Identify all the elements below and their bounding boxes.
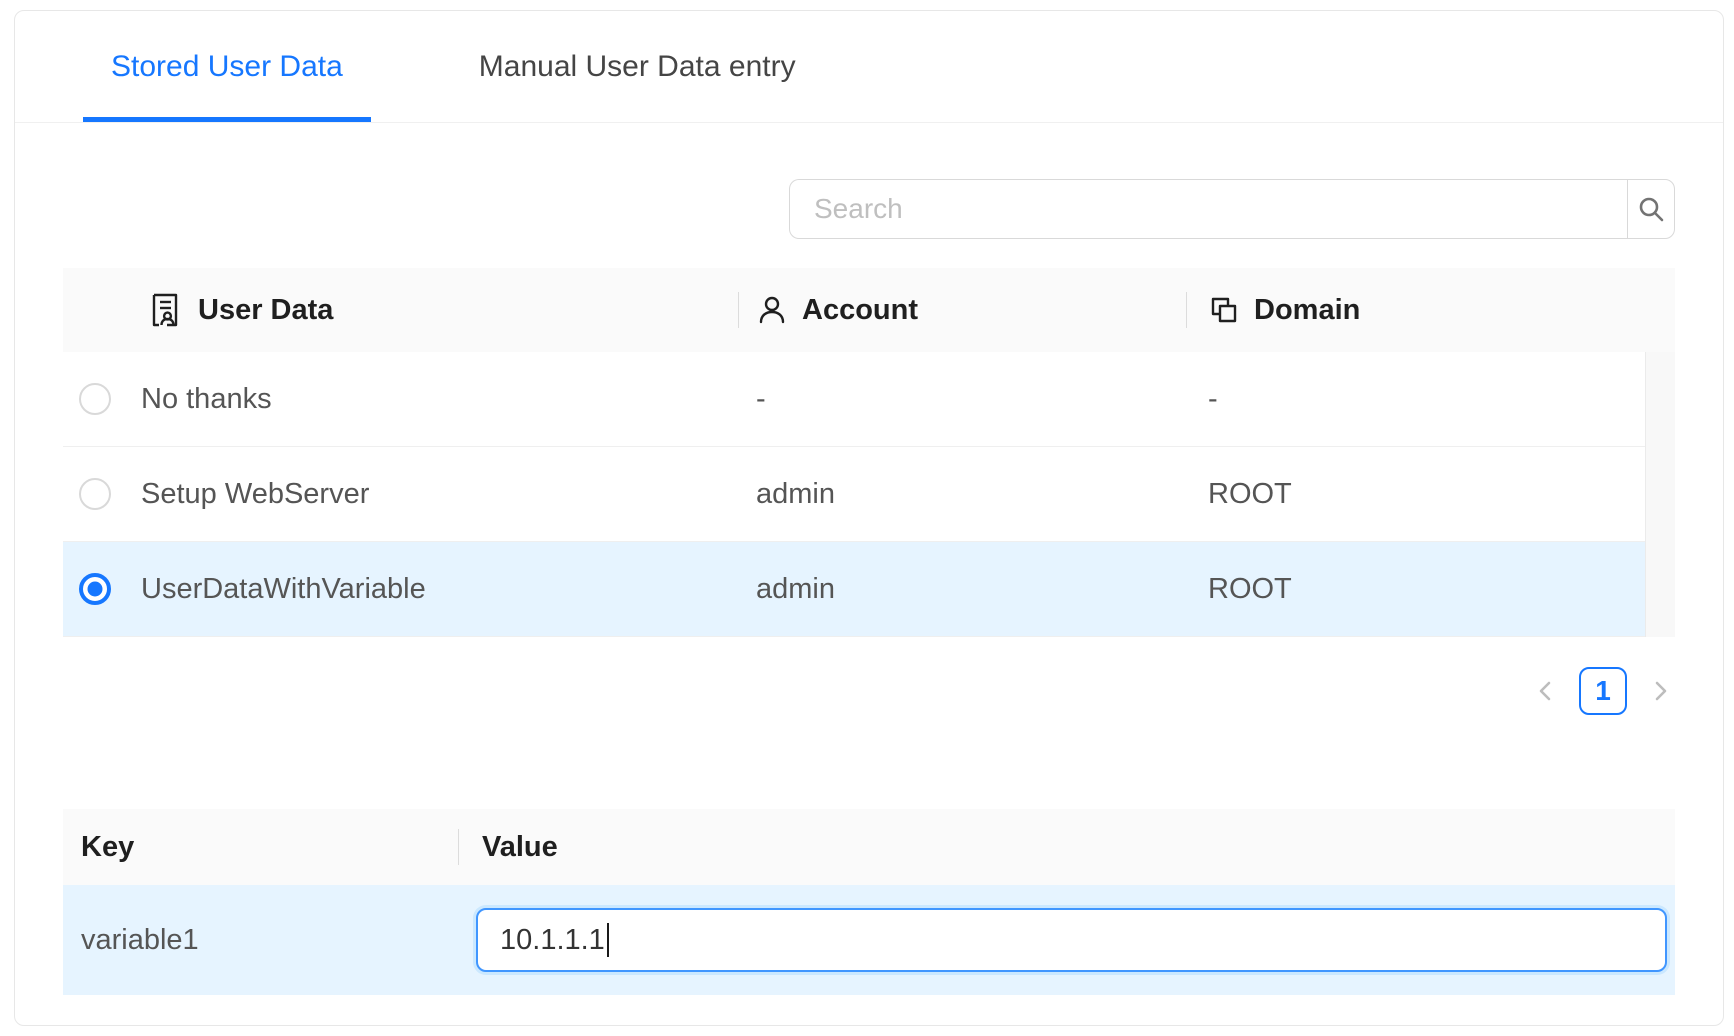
user-data-cell: No thanks (141, 383, 272, 416)
radio-checked-icon[interactable] (79, 573, 111, 605)
variable-key: variable1 (63, 924, 458, 957)
column-header-account: Account (738, 268, 1186, 352)
table-row-userdatawithvariable[interactable]: UserDataWithVariable admin ROOT (63, 542, 1645, 637)
table-header-row: User Data Account (63, 268, 1675, 352)
tab-stored-user-data[interactable]: Stored User Data (83, 11, 371, 122)
radio-unchecked-icon[interactable] (79, 478, 111, 510)
search-input[interactable] (789, 179, 1627, 239)
user-data-table: User Data Account (63, 268, 1675, 637)
text-cursor (607, 923, 609, 957)
chevron-right-icon (1649, 680, 1671, 702)
domain-cell: ROOT (1186, 573, 1645, 606)
search-box (789, 179, 1675, 239)
column-header-domain: Domain (1186, 268, 1675, 352)
variables-header-row: Key Value (63, 809, 1675, 885)
radio-unchecked-icon[interactable] (79, 383, 111, 415)
column-header-user-data: User Data (63, 268, 738, 352)
table-scrollbar-track[interactable] (1645, 352, 1675, 637)
domain-cell: - (1186, 383, 1645, 416)
search-icon (1636, 194, 1666, 224)
chevron-left-icon (1535, 680, 1557, 702)
domain-cell: ROOT (1186, 478, 1645, 511)
solution-icon (146, 291, 184, 329)
column-label-user-data: User Data (198, 294, 333, 327)
user-data-panel: Stored User Data Manual User Data entry (14, 10, 1724, 1026)
column-label-account: Account (802, 294, 918, 327)
variable-row: variable1 10.1.1.1 (63, 885, 1675, 995)
account-cell: admin (738, 478, 1186, 511)
user-data-cell: UserDataWithVariable (141, 573, 426, 606)
account-cell: admin (738, 573, 1186, 606)
account-cell: - (738, 383, 1186, 416)
user-data-cell: Setup WebServer (141, 478, 369, 511)
tab-bar: Stored User Data Manual User Data entry (15, 11, 1723, 123)
column-label-domain: Domain (1254, 294, 1360, 327)
column-header-value: Value (458, 809, 1675, 885)
table-row-no-thanks[interactable]: No thanks - - (63, 352, 1645, 447)
block-icon (1208, 294, 1240, 326)
tab-manual-user-data-entry[interactable]: Manual User Data entry (451, 11, 824, 122)
pagination-next-button[interactable] (1645, 667, 1675, 715)
variable-value-input[interactable]: 10.1.1.1 (476, 908, 1667, 972)
pagination: 1 (63, 667, 1675, 715)
search-button[interactable] (1627, 179, 1675, 239)
table-row-setup-webserver[interactable]: Setup WebServer admin ROOT (63, 447, 1645, 542)
search-row (63, 179, 1675, 239)
pagination-page-1[interactable]: 1 (1579, 667, 1627, 715)
variable-value-text: 10.1.1.1 (500, 924, 605, 957)
pagination-prev-button[interactable] (1531, 667, 1561, 715)
column-header-key: Key (63, 809, 458, 885)
variables-table: Key Value variable1 10.1.1.1 (63, 809, 1675, 995)
user-icon (756, 294, 788, 326)
table-body: No thanks - - Setup WebServer admin ROOT (63, 352, 1645, 637)
